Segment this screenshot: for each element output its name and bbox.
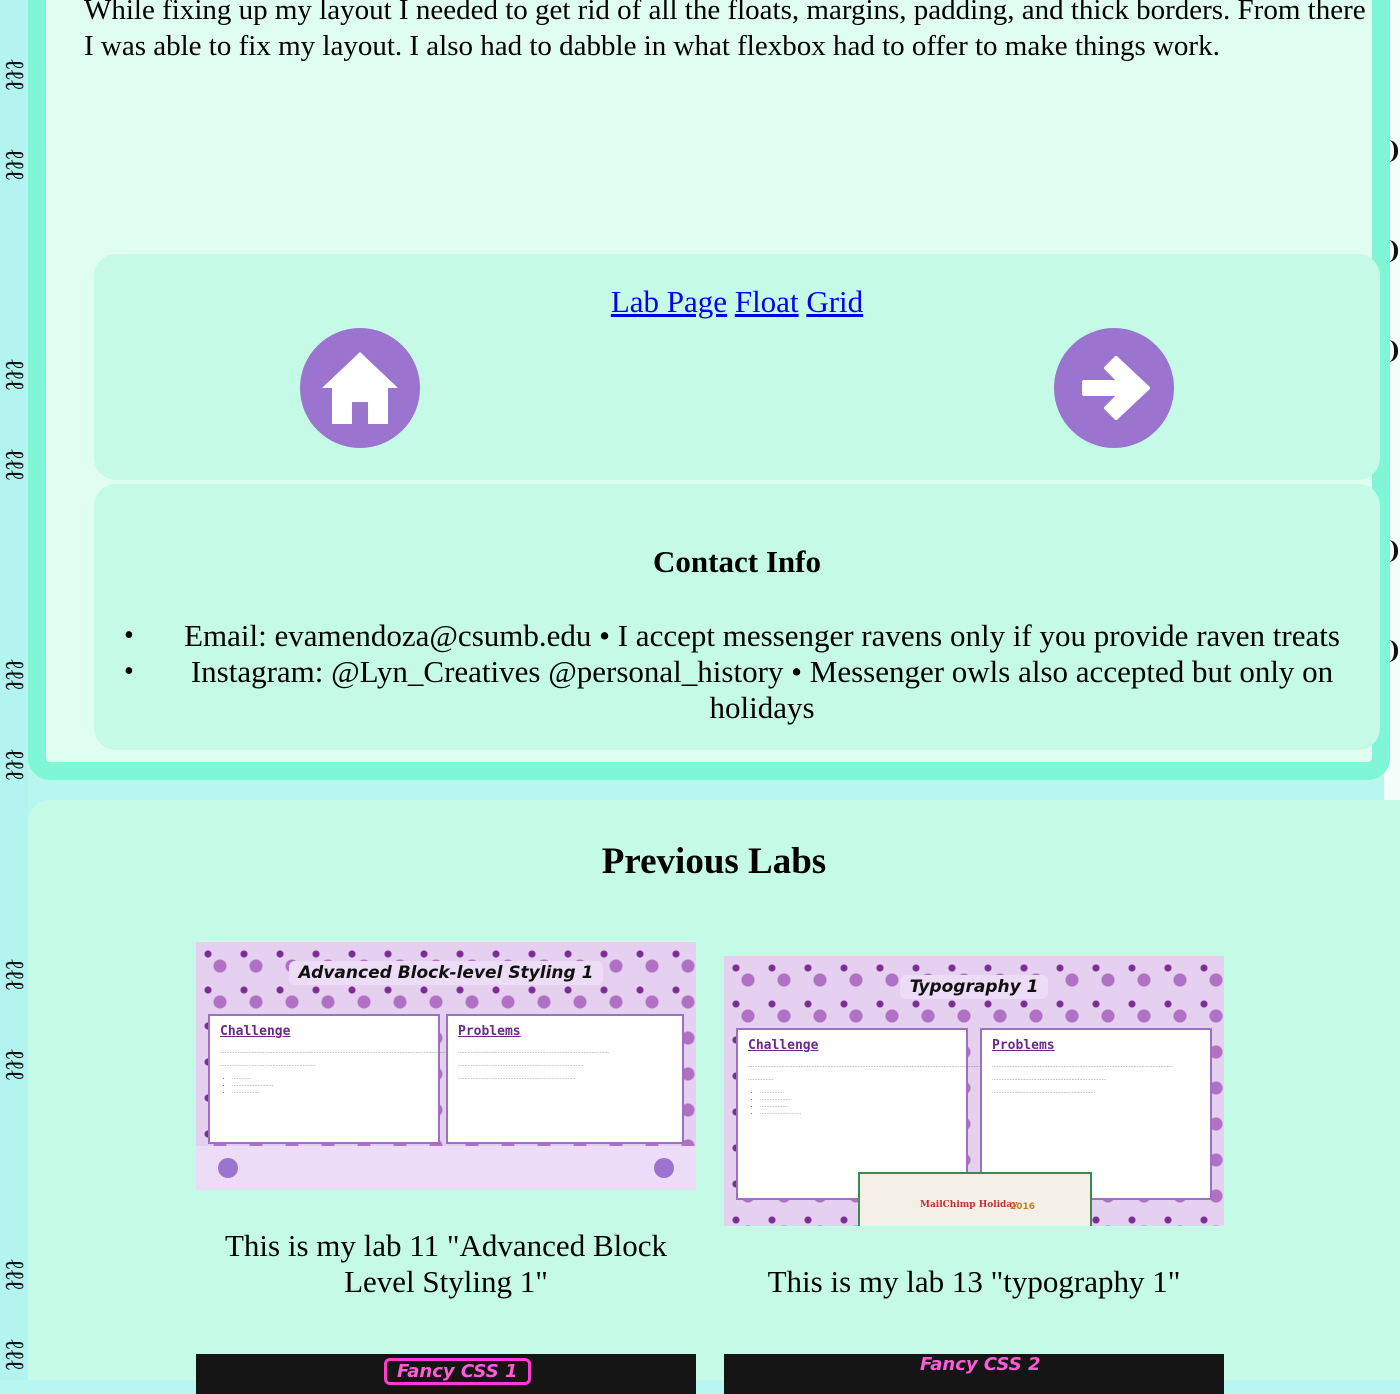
contact-info-card: Contact Info Email: evamendoza@csumb.edu…: [94, 484, 1380, 750]
lab-fancy-css-1-thumbnail[interactable]: Fancy CSS 1: [196, 1354, 696, 1394]
decorative-left-border: ℓℓℓ ℓℓℓ ℓℓℓ ℓℓℓ ℓℓℓ ℓℓℓ ℓℓℓ ℓℓℓ ℓℓℓ ℓℓℓ: [0, 0, 29, 1380]
contact-instagram-item: Instagram: @Lyn_Creatives @personal_hist…: [124, 654, 1360, 726]
arrow-right-icon: [1082, 356, 1150, 420]
thumb-footer: [196, 1146, 696, 1190]
thumb-header: Advanced Block-level Styling 1: [196, 942, 696, 1004]
thumb-column: Problems ...............................…: [446, 1014, 684, 1144]
contact-list: Email: evamendoza@csumb.edu • I accept m…: [124, 618, 1360, 726]
lab-fancy-css-2-thumbnail[interactable]: Fancy CSS 2: [724, 1354, 1224, 1394]
thumb-header: Typography 1: [724, 956, 1224, 1018]
lab-11-thumbnail[interactable]: Advanced Block-level Styling 1 Challenge…: [196, 942, 696, 1190]
next-button[interactable]: [1054, 328, 1174, 448]
previous-labs-title: Previous Labs: [601, 841, 827, 882]
lab-13-thumbnail[interactable]: Typography 1 Challenge .................…: [724, 956, 1224, 1226]
article-panel: While fixing up my layout I needed to ge…: [28, 0, 1390, 780]
contact-title: Contact Info: [653, 544, 821, 579]
lab-navigation: Lab Page Float Grid: [94, 254, 1380, 480]
grid-link[interactable]: Grid: [806, 284, 863, 319]
thumb-mailchimp-inset: MailChimp Holiday 2016: [858, 1172, 1092, 1226]
lab-11-caption: This is my lab 11 "Advanced Block Level …: [225, 1228, 667, 1299]
lab-13-caption: This is my lab 13 "typography 1": [767, 1264, 1181, 1299]
lab-page-link[interactable]: Lab Page: [611, 284, 727, 319]
thumb-column: Challenge ..............................…: [208, 1014, 452, 1144]
home-icon: [218, 1158, 238, 1178]
float-link[interactable]: Float: [735, 284, 799, 319]
previous-labs-section: Previous Labs Advanced Block-level Styli…: [28, 800, 1400, 1394]
home-button[interactable]: [300, 328, 420, 448]
home-icon: [322, 352, 398, 424]
nav-links: Lab Page Float Grid: [94, 284, 1380, 320]
arrow-right-icon: [654, 1158, 674, 1178]
contact-email-item: Email: evamendoza@csumb.edu • I accept m…: [124, 618, 1360, 654]
article-paragraph: While fixing up my layout I needed to ge…: [84, 0, 1366, 62]
